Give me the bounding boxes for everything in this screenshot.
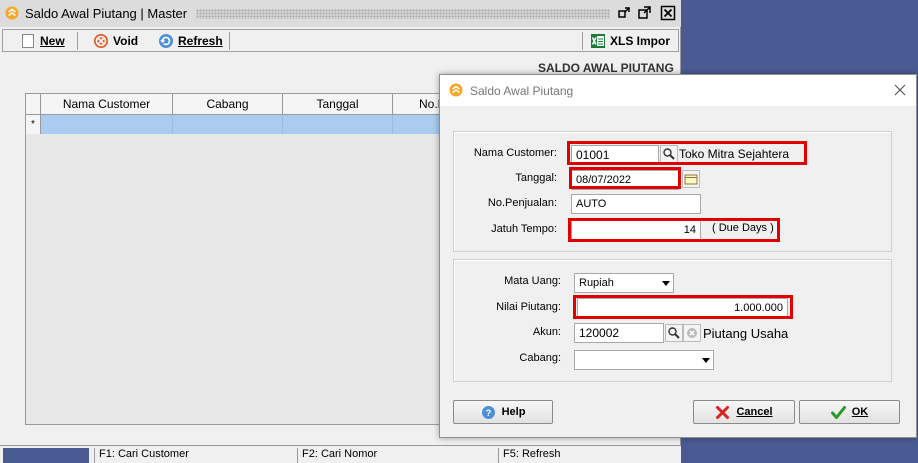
currency-label: Mata Uang: [504, 275, 561, 287]
status-hint-f1: F1: Cari Customer [94, 448, 296, 463]
due-label: Jatuh Tempo: [491, 223, 557, 235]
section-label: SALDO AWAL PIUTANG [538, 61, 674, 75]
close-icon[interactable] [660, 5, 676, 21]
app-logo-icon [449, 83, 463, 97]
status-indicator [3, 448, 89, 463]
app-logo-icon [5, 6, 19, 20]
cancel-button[interactable]: Cancel [693, 400, 795, 424]
cancel-x-icon [716, 405, 730, 419]
grid-cell[interactable] [173, 115, 283, 134]
saldo-awal-dialog: Saldo Awal Piutang Nama Customer: 01001 … [439, 74, 917, 438]
new-document-icon [22, 34, 34, 48]
clear-icon[interactable] [683, 324, 701, 342]
ok-button[interactable]: OK [799, 400, 900, 424]
new-button[interactable]: New [20, 31, 65, 51]
void-button[interactable]: Void [93, 31, 138, 51]
help-icon: ? [481, 405, 495, 419]
maximize-icon[interactable] [636, 5, 652, 21]
account-name: Piutang Usaha [703, 326, 789, 341]
toolbar-separator [77, 32, 78, 50]
status-hint-f2: F2: Cari Nomor [297, 448, 497, 463]
currency-value: Rupiah [579, 277, 614, 289]
cancel-button-label: Cancel [736, 406, 773, 418]
window-title: Saldo Awal Piutang | Master [25, 6, 188, 21]
account-code-input[interactable]: 120002 [574, 323, 664, 343]
refresh-button[interactable]: Refresh [158, 31, 223, 51]
chevron-down-icon [662, 281, 670, 286]
close-icon[interactable] [894, 84, 906, 96]
status-hint-f5: F5: Refresh [498, 448, 678, 463]
void-icon [94, 34, 108, 48]
sales-no-input[interactable]: AUTO [571, 194, 701, 214]
chevron-down-icon [702, 358, 710, 363]
refresh-icon [159, 34, 173, 48]
new-row-marker: * [26, 115, 41, 134]
toolbar-separator [582, 32, 583, 50]
svg-text:?: ? [485, 408, 491, 418]
xls-import-button[interactable]: XLS Impor [590, 31, 670, 51]
xls-import-label: XLS Impor [610, 34, 671, 48]
refresh-button-label: Refresh [178, 34, 223, 48]
amount-label: Nilai Piutang: [496, 301, 561, 313]
title-bar: Saldo Awal Piutang | Master [0, 0, 681, 27]
title-grip[interactable] [196, 9, 610, 19]
highlight-due-days [568, 218, 780, 242]
highlight-customer [567, 141, 807, 165]
checkmark-icon [830, 405, 846, 419]
excel-icon [591, 34, 605, 48]
grid-cell[interactable] [41, 115, 173, 134]
void-button-label: Void [113, 34, 139, 48]
highlight-amount [573, 295, 793, 319]
toolbar-separator [229, 32, 230, 50]
highlight-date [569, 167, 681, 189]
amount-panel: Mata Uang: Rupiah Nilai Piutang: 1.000.0… [453, 259, 892, 382]
dialog-title: Saldo Awal Piutang [470, 84, 574, 98]
grid-cell[interactable] [283, 115, 393, 134]
customer-label: Nama Customer: [473, 147, 557, 159]
calendar-icon[interactable] [682, 170, 700, 188]
grid-header-cabang[interactable]: Cabang [173, 94, 283, 115]
status-bar: F1: Cari Customer F2: Cari Nomor F5: Ref… [0, 445, 681, 463]
ok-button-label: OK [851, 406, 869, 418]
grid-header-nama-customer[interactable]: Nama Customer [41, 94, 173, 115]
toolbar: New Void Refresh XLS Impor [2, 29, 679, 52]
search-icon[interactable] [665, 324, 683, 342]
date-label: Tanggal: [515, 172, 557, 184]
grid-header-tanggal[interactable]: Tanggal [283, 94, 393, 115]
restore-icon[interactable] [616, 5, 632, 21]
currency-select[interactable]: Rupiah [574, 273, 674, 293]
branch-label: Cabang: [519, 352, 561, 364]
branch-select[interactable] [574, 350, 714, 370]
account-label: Akun: [532, 326, 561, 338]
dialog-title-bar: Saldo Awal Piutang [440, 75, 916, 106]
grid-corner [26, 94, 41, 115]
sales-no-label: No.Penjualan: [487, 197, 557, 209]
new-button-label: New [40, 34, 65, 48]
help-button[interactable]: ? Help [453, 400, 553, 424]
customer-grid[interactable]: Nama Customer Cabang Tanggal No.P * [25, 93, 456, 425]
help-button-label: Help [501, 406, 526, 418]
